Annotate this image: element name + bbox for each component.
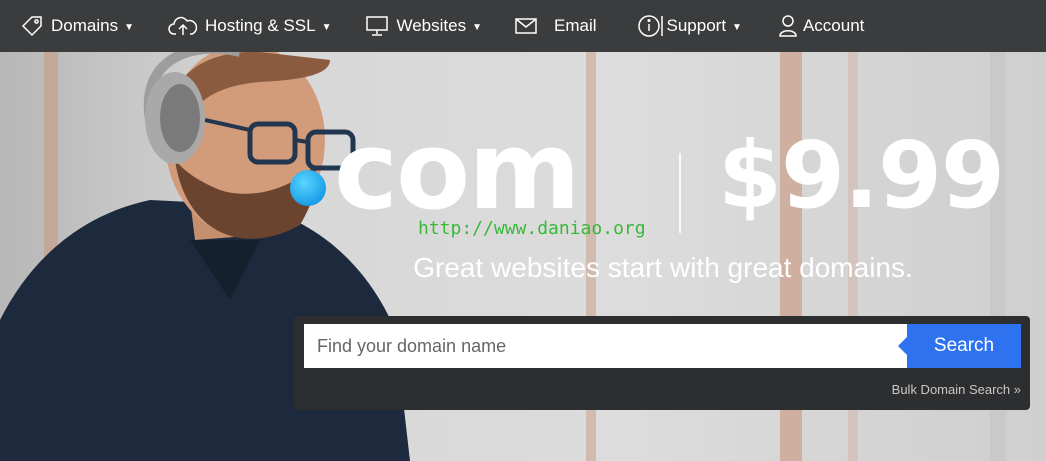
- nav-item-account[interactable]: Account: [778, 0, 864, 52]
- nav-item-domains[interactable]: Domains ▼: [20, 0, 134, 52]
- chevron-down-icon: ▼: [732, 21, 742, 33]
- search-button[interactable]: Search: [898, 324, 1021, 368]
- hero-tagline: Great websites start with great domains.: [413, 252, 913, 283]
- nav-label-email: Email: [553, 16, 597, 35]
- info-icon: [637, 13, 665, 39]
- bulk-domain-search-link[interactable]: Bulk Domain Search »: [892, 382, 1021, 397]
- nav-item-email[interactable]: Email: [514, 0, 597, 52]
- nav-item-support[interactable]: Support ▼: [637, 0, 742, 52]
- domain-search-input[interactable]: [304, 324, 907, 368]
- tld-com-text: com: [334, 109, 581, 234]
- nav-label-domains: Domains: [51, 16, 119, 35]
- cloud-upload-icon: [168, 14, 198, 38]
- dot-accent: [290, 170, 326, 206]
- user-icon: [778, 14, 798, 38]
- hero-divider: [679, 153, 681, 233]
- domain-search-panel: Search Bulk Domain Search »: [294, 316, 1030, 410]
- top-navigation: Domains ▼ Hosting & SSL ▼ Websites ▼ Ema…: [0, 0, 1046, 52]
- monitor-icon: [365, 15, 389, 37]
- nav-label-account: Account: [802, 16, 865, 35]
- nav-item-hosting[interactable]: Hosting & SSL ▼: [168, 0, 331, 52]
- chevron-down-icon: ▼: [472, 21, 482, 33]
- chevron-down-icon: ▼: [124, 21, 134, 33]
- hero-banner: com $9.99 http://www.daniao.org Great we…: [0, 52, 1046, 461]
- chevron-down-icon: ▼: [321, 21, 332, 33]
- nav-label-hosting: Hosting & SSL: [205, 16, 316, 35]
- nav-item-websites[interactable]: Websites ▼: [365, 0, 482, 52]
- tag-icon: [20, 14, 44, 38]
- envelope-icon: [514, 16, 538, 36]
- watermark-text: http://www.daniao.org: [418, 218, 646, 239]
- price-text: $9.99: [718, 122, 1005, 229]
- nav-label-websites: Websites: [396, 16, 467, 35]
- nav-label-support: Support: [666, 16, 727, 35]
